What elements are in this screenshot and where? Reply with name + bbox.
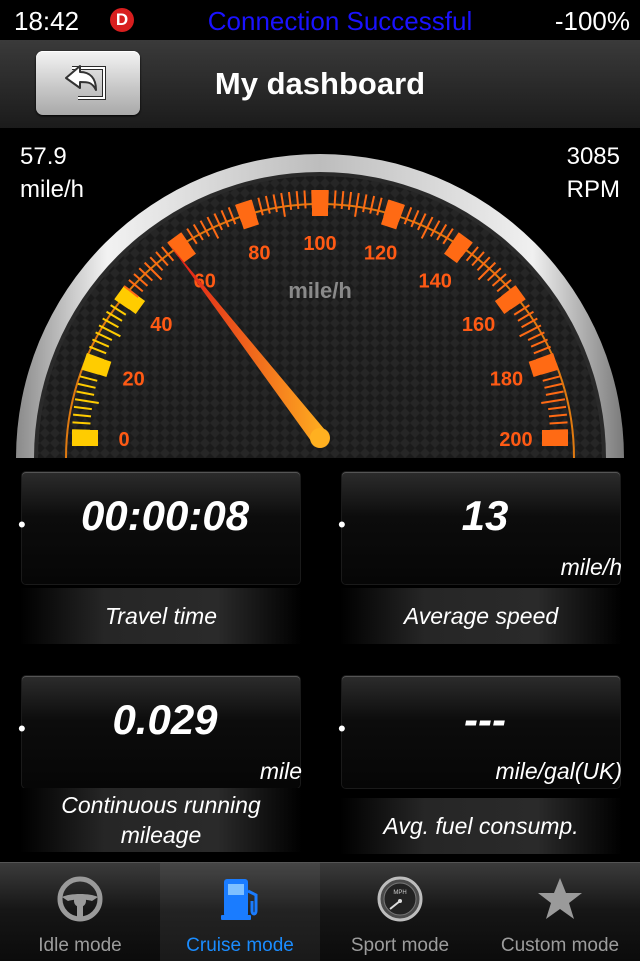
- tab-label: Custom mode: [500, 935, 620, 956]
- rpm-unit: RPM: [566, 176, 620, 203]
- fuel-pump-icon: [221, 879, 258, 920]
- running-mileage-label: Continuous running mileage: [20, 788, 302, 852]
- fuel-consumption-tile[interactable]: • --- mile/gal(UK) Avg. fuel consump.: [338, 676, 622, 854]
- tab-label: Idle mode: [38, 935, 122, 956]
- diagnostic-badge-icon: D: [110, 8, 134, 32]
- minor-tick: [72, 421, 91, 425]
- navigation-bar: My dashboard: [0, 40, 640, 129]
- travel-time-label: Travel time: [20, 588, 302, 644]
- bullet-icon: •: [338, 512, 346, 537]
- average-speed-tile[interactable]: • 13 mile/h Average speed: [338, 472, 622, 650]
- minor-tick: [333, 190, 337, 209]
- scale-label: 40: [150, 314, 172, 336]
- scale-label: 80: [248, 243, 270, 265]
- scale-label: 160: [462, 314, 495, 336]
- steering-wheel-icon: [57, 876, 103, 922]
- fuel-consumption-label: Avg. fuel consump.: [340, 798, 622, 854]
- mode-tab-bar: Idle mode Cruise mode MPH Sport mode Cus…: [0, 862, 640, 961]
- bullet-icon: •: [18, 512, 26, 537]
- scale-label: 140: [419, 270, 452, 292]
- speedometer-icon: MPH: [377, 876, 423, 922]
- svg-text:MPH: MPH: [393, 890, 406, 896]
- scale-label: 120: [364, 243, 397, 265]
- rpm-value: 3085: [566, 143, 620, 170]
- running-mileage-value: 0.029: [112, 696, 218, 743]
- return-arrow-icon: [65, 65, 106, 100]
- tab-label: Sport mode: [350, 935, 450, 956]
- minor-tick: [303, 190, 307, 209]
- scale-label: 180: [490, 368, 523, 390]
- tab-sport-mode[interactable]: MPH Sport mode: [320, 863, 480, 961]
- connection-status: Connection Successful: [207, 6, 473, 36]
- rpm-readout: 3085 RPM: [567, 140, 620, 206]
- minor-tick: [72, 429, 91, 432]
- needle-hub: [310, 428, 330, 448]
- speedometer-gauge: 0 20 40 60 80 100 120 140 160 180 200 mile/h 57.9 …: [0, 128, 640, 458]
- speed-value: 57.9: [20, 143, 67, 170]
- status-bar: 18:42 D Connection Successful -100%: [0, 0, 640, 40]
- star-icon: [538, 878, 582, 919]
- speed-unit: mile/h: [20, 176, 85, 203]
- tab-label: Cruise mode: [186, 935, 294, 956]
- speed-readout: 57.9 mile/h: [20, 140, 84, 206]
- average-speed-unit: mile/h: [560, 554, 622, 580]
- tab-cruise-mode[interactable]: Cruise mode: [160, 863, 320, 961]
- speedometer-dial: 020406080 100 120140160180200 mile/h: [16, 154, 624, 458]
- scale-label: 20: [122, 368, 144, 390]
- running-mileage-unit: mile: [259, 758, 302, 784]
- battery-level: -100%: [554, 6, 630, 36]
- major-tick: [528, 353, 559, 378]
- page-title: My dashboard: [214, 66, 426, 101]
- running-mileage-tile[interactable]: • 0.029 mile Continuous running mileage: [18, 676, 302, 854]
- travel-time-tile[interactable]: • 00:00:08 Travel time: [18, 472, 302, 650]
- tab-custom-mode[interactable]: Custom mode: [480, 863, 640, 961]
- back-button[interactable]: [36, 51, 140, 115]
- travel-time-value: 00:00:08: [80, 492, 250, 539]
- average-speed-label: Average speed: [340, 588, 622, 644]
- major-tick: [81, 353, 112, 378]
- minor-tick: [326, 190, 329, 209]
- dial-unit-label: mile/h: [288, 278, 352, 303]
- minor-tick: [549, 421, 568, 425]
- status-time: 18:42: [14, 6, 80, 36]
- tab-idle-mode[interactable]: Idle mode: [0, 863, 160, 961]
- fuel-consumption-value: ---: [464, 696, 506, 743]
- bullet-icon: •: [338, 716, 346, 741]
- major-tick: [380, 199, 405, 230]
- major-tick: [235, 199, 260, 230]
- scale-label: 0: [118, 429, 129, 451]
- fuel-consumption-unit: mile/gal(UK): [495, 758, 622, 784]
- scale-label: 100: [303, 233, 336, 255]
- scale-label: 200: [499, 429, 532, 451]
- average-speed-value: 13: [461, 492, 509, 539]
- bullet-icon: •: [18, 716, 26, 741]
